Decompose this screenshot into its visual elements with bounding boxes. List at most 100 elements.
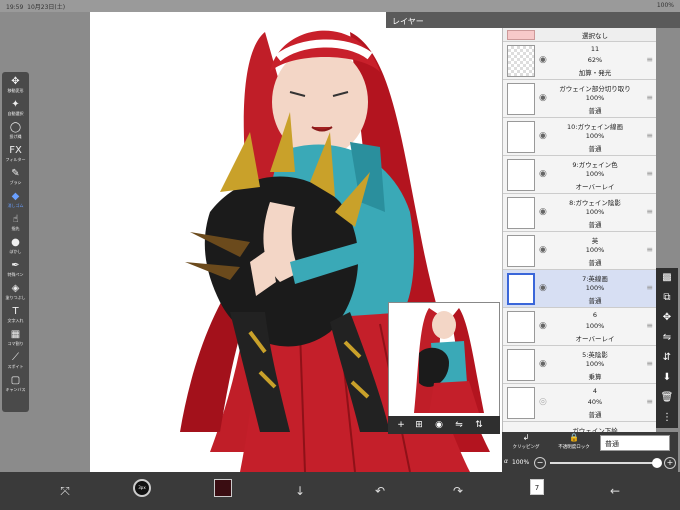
- opacity-lock-button[interactable]: 🔒 不透明度ロック: [550, 432, 598, 454]
- layer-none-row[interactable]: 選択なし: [503, 28, 656, 42]
- bottom-toolbar: ⤧ 3px ↓ ↶ ↷ 7 ←: [0, 472, 680, 510]
- layer-thumbnail: [507, 197, 535, 229]
- drag-handle-icon[interactable]: ≡: [646, 245, 653, 254]
- eye-hidden-icon[interactable]: ◎: [539, 397, 547, 407]
- tool-canvas[interactable]: ▢ キャンバス: [2, 375, 29, 397]
- layer-panel-title: レイヤー: [386, 12, 680, 28]
- opacity-decrease-button[interactable]: −: [534, 457, 546, 469]
- status-battery: 100%: [656, 2, 674, 9]
- download-icon[interactable]: ⬇: [656, 368, 678, 388]
- layer-row[interactable]: ◉ 5:英陰影 100% 乗算 ≡: [503, 346, 656, 384]
- finger-icon: ☝: [12, 214, 19, 225]
- blend-mode-select[interactable]: 普通: [600, 435, 670, 451]
- tool-magic-wand[interactable]: ✦ 自動選択: [2, 99, 29, 121]
- color-swatch[interactable]: [214, 479, 232, 497]
- clipping-button[interactable]: ↲ クリッピング: [504, 432, 548, 454]
- clipping-icon: ↲: [522, 433, 530, 442]
- checker-icon[interactable]: ▩: [656, 268, 678, 288]
- layer-row[interactable]: ◉ 8:ガウェイン陰影 100% 普通 ≡: [503, 194, 656, 232]
- eye-icon[interactable]: ◉: [539, 93, 547, 103]
- eye-icon[interactable]: ◉: [539, 321, 547, 331]
- layer-thumbnail: [507, 159, 535, 191]
- layer-row[interactable]: ◉ 10:ガウェイン線画 100% 普通 ≡: [503, 118, 656, 156]
- tool-eraser[interactable]: ◆ 消しゴム: [2, 191, 29, 213]
- back-icon[interactable]: ←: [605, 480, 625, 502]
- eye-icon[interactable]: ◉: [539, 245, 547, 255]
- trash-icon[interactable]: 🗑: [656, 388, 678, 408]
- lasso-icon: ◯: [9, 122, 22, 133]
- move-icon[interactable]: ✥: [656, 308, 678, 328]
- tool-fill[interactable]: ◈ 塗りつぶし: [2, 283, 29, 305]
- tool-finger[interactable]: ☝ 指先: [2, 214, 29, 236]
- tool-lasso[interactable]: ◯ 投げ縄: [2, 122, 29, 144]
- drag-handle-icon[interactable]: ≡: [646, 55, 653, 64]
- eye-icon[interactable]: ◉: [539, 359, 547, 369]
- add-folder-icon[interactable]: ⊞: [410, 416, 428, 434]
- eye-icon[interactable]: ◉: [539, 169, 547, 179]
- preview-thumbnail: [414, 308, 484, 413]
- drag-handle-icon[interactable]: ≡: [646, 321, 653, 330]
- layer-row[interactable]: ◎ 4 40% 普通 ≡: [503, 384, 656, 422]
- layer-row[interactable]: ◉ 6 100% オーバーレイ ≡: [503, 308, 656, 346]
- drag-handle-icon[interactable]: ≡: [646, 93, 653, 102]
- opacity-slider[interactable]: [550, 462, 660, 464]
- eye-icon[interactable]: ◉: [539, 55, 547, 65]
- tool-frame[interactable]: ▦ コマ割り: [2, 329, 29, 351]
- flip-horizontal-icon[interactable]: ⇋: [656, 328, 678, 348]
- layer-row[interactable]: ◉ 英 100% 普通 ≡: [503, 232, 656, 270]
- layer-thumbnail: [507, 45, 535, 77]
- add-layer-icon[interactable]: +: [392, 416, 410, 434]
- tool-blur[interactable]: ● ぼかし: [2, 237, 29, 259]
- alpha-label: α: [504, 458, 508, 465]
- drag-handle-icon[interactable]: ≡: [646, 207, 653, 216]
- redo-icon[interactable]: ↷: [448, 480, 468, 502]
- layer-row[interactable]: ◉ 11 62% 加算・発光 ≡: [503, 42, 656, 80]
- tool-eyedropper[interactable]: ⟋ スポイト: [2, 352, 29, 374]
- drag-handle-icon[interactable]: ≡: [646, 131, 653, 140]
- opacity-slider-knob[interactable]: [652, 458, 662, 468]
- flip-icon[interactable]: ⇋: [450, 416, 468, 434]
- layer-thumbnail: [507, 83, 535, 115]
- eyedropper-icon: ⟋: [12, 352, 19, 363]
- eye-icon[interactable]: ◉: [539, 207, 547, 217]
- layers-button[interactable]: 7: [530, 479, 544, 495]
- undo-icon[interactable]: ↶: [370, 480, 390, 502]
- more-icon[interactable]: ⋮: [656, 408, 678, 428]
- fill-icon: ◈: [11, 283, 20, 294]
- move-icon: ✥: [11, 76, 20, 87]
- arrow-down-icon[interactable]: ↓: [290, 480, 310, 502]
- tool-text[interactable]: T 文字入れ: [2, 306, 29, 328]
- brush-icon: ✎: [11, 168, 20, 179]
- preview-toolbar: + ⊞ ◉ ⇋ ⇅: [388, 416, 500, 434]
- eye-icon[interactable]: ◉: [539, 283, 547, 293]
- camera-icon[interactable]: ◉: [430, 416, 448, 434]
- merge-icon[interactable]: ⧉: [656, 288, 678, 308]
- lock-icon: 🔒: [569, 433, 579, 442]
- eye-icon[interactable]: ◉: [539, 131, 547, 141]
- drag-handle-icon[interactable]: ≡: [646, 169, 653, 178]
- opacity-increase-button[interactable]: +: [664, 457, 676, 469]
- tool-move[interactable]: ✥ 移動変形: [2, 76, 29, 98]
- brush-size-button[interactable]: 3px: [133, 479, 151, 497]
- text-icon: T: [12, 306, 19, 317]
- layer-row[interactable]: ◉ 9:ガウェイン色 100% オーバーレイ ≡: [503, 156, 656, 194]
- layer-thumbnail: [507, 273, 535, 305]
- quick-access-icon[interactable]: ⤧: [55, 480, 75, 502]
- drag-handle-icon[interactable]: ≡: [646, 283, 653, 292]
- tool-filter[interactable]: FX フィルター: [2, 145, 29, 167]
- layer-row-selected[interactable]: ◉ 7:英線画 100% 普通 ≡: [503, 270, 656, 308]
- layer-thumbnail: [507, 311, 535, 343]
- tool-brush[interactable]: ✎ ブラシ: [2, 168, 29, 190]
- opacity-value: 100%: [512, 459, 530, 466]
- layer-preview: [388, 302, 500, 434]
- drag-handle-icon[interactable]: ≡: [646, 359, 653, 368]
- layer-row[interactable]: ◉ ガウェイン部分切り取り 100% 普通 ≡: [503, 80, 656, 118]
- frame-icon: ▦: [10, 329, 21, 340]
- transform-icon[interactable]: ⇅: [470, 416, 488, 434]
- status-bar: 19:59 10月23日(土) 100%: [0, 0, 680, 12]
- drag-handle-icon[interactable]: ≡: [646, 397, 653, 406]
- layer-list[interactable]: 選択なし ◉ 11 62% 加算・発光 ≡ ◉ ガウェイン部分切り取り 100% 普通 ≡ …: [502, 28, 656, 444]
- flip-vertical-icon[interactable]: ⇵: [656, 348, 678, 368]
- layer-side-toolbar: ▩ ⧉ ✥ ⇋ ⇵ ⬇ 🗑 ⋮: [656, 268, 678, 428]
- tool-special-pen[interactable]: ✒ 特殊ペン: [2, 260, 29, 282]
